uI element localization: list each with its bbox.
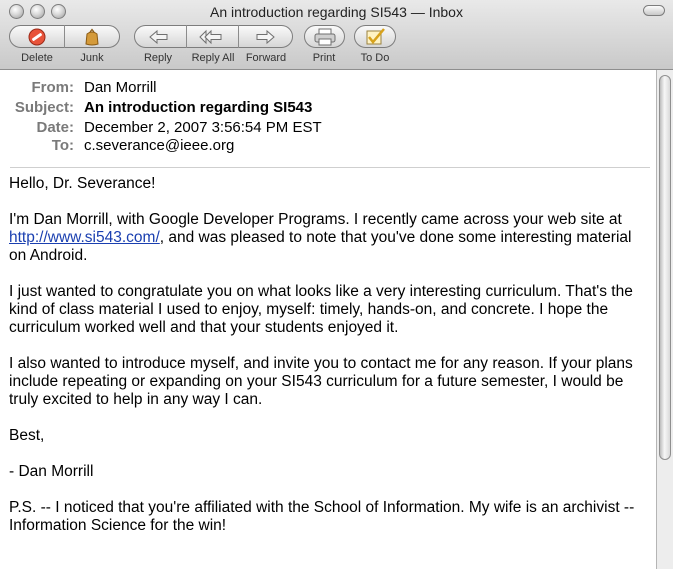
no-entry-icon bbox=[28, 28, 46, 46]
forward-arrow-icon bbox=[256, 29, 275, 45]
to-label: To: bbox=[51, 137, 74, 154]
reply-all-button[interactable] bbox=[198, 27, 224, 46]
window-title: An introduction regarding SI543 — Inbox bbox=[210, 4, 463, 20]
closing-paragraph: Best, bbox=[9, 427, 45, 444]
to-value[interactable]: c.severance@ieee.org bbox=[84, 137, 234, 154]
subject-value: An introduction regarding SI543 bbox=[84, 99, 313, 116]
toolbar-separator bbox=[238, 25, 239, 48]
body-paragraph: I also wanted to introduce myself, and i… bbox=[9, 355, 633, 408]
print-icon-holder bbox=[312, 27, 338, 46]
toolbar-toggle-button[interactable] bbox=[643, 5, 665, 16]
toolbar-separator bbox=[186, 25, 187, 48]
body-paragraph: I just wanted to congratulate you on wha… bbox=[9, 283, 633, 336]
from-value[interactable]: Dan Morrill bbox=[84, 79, 157, 96]
scrollbar-thumb[interactable] bbox=[659, 75, 671, 460]
junk-button[interactable] bbox=[79, 27, 105, 46]
from-label: From: bbox=[31, 79, 75, 96]
reply-arrow-icon bbox=[149, 29, 168, 45]
todo-label: To Do bbox=[360, 52, 390, 64]
message-body: Hello, Dr. Severance! I'm Dan Morrill, w… bbox=[9, 175, 652, 553]
junk-label: Junk bbox=[80, 52, 104, 64]
greeting-paragraph: Hello, Dr. Severance! bbox=[9, 175, 156, 192]
body-paragraph: I'm Dan Morrill, with Google Developer P… bbox=[9, 211, 652, 265]
paragraph-text: I'm Dan Morrill, with Google Developer P… bbox=[9, 211, 622, 228]
vertical-scrollbar[interactable] bbox=[656, 70, 673, 569]
trash-bag-icon bbox=[85, 28, 99, 46]
reply-all-arrow-icon bbox=[199, 29, 222, 45]
date-value: December 2, 2007 3:56:54 PM EST bbox=[84, 119, 322, 136]
reply-button[interactable] bbox=[146, 27, 172, 46]
postscript-paragraph: P.S. -- I noticed that you're affiliated… bbox=[9, 499, 635, 534]
delete-button[interactable] bbox=[24, 27, 50, 46]
printer-icon bbox=[314, 28, 336, 46]
toolbar-separator bbox=[64, 25, 65, 48]
todo-icon-holder bbox=[362, 27, 388, 46]
forward-button[interactable] bbox=[252, 27, 278, 46]
checkmark-icon bbox=[366, 28, 385, 45]
signature-paragraph: - Dan Morrill bbox=[9, 463, 94, 480]
date-label: Date: bbox=[36, 119, 74, 136]
website-link[interactable]: http://www.si543.com/ bbox=[9, 229, 160, 246]
header-divider bbox=[10, 167, 650, 168]
window-titlebar: An introduction regarding SI543 — Inbox … bbox=[0, 0, 673, 70]
subject-label: Subject: bbox=[14, 99, 74, 116]
